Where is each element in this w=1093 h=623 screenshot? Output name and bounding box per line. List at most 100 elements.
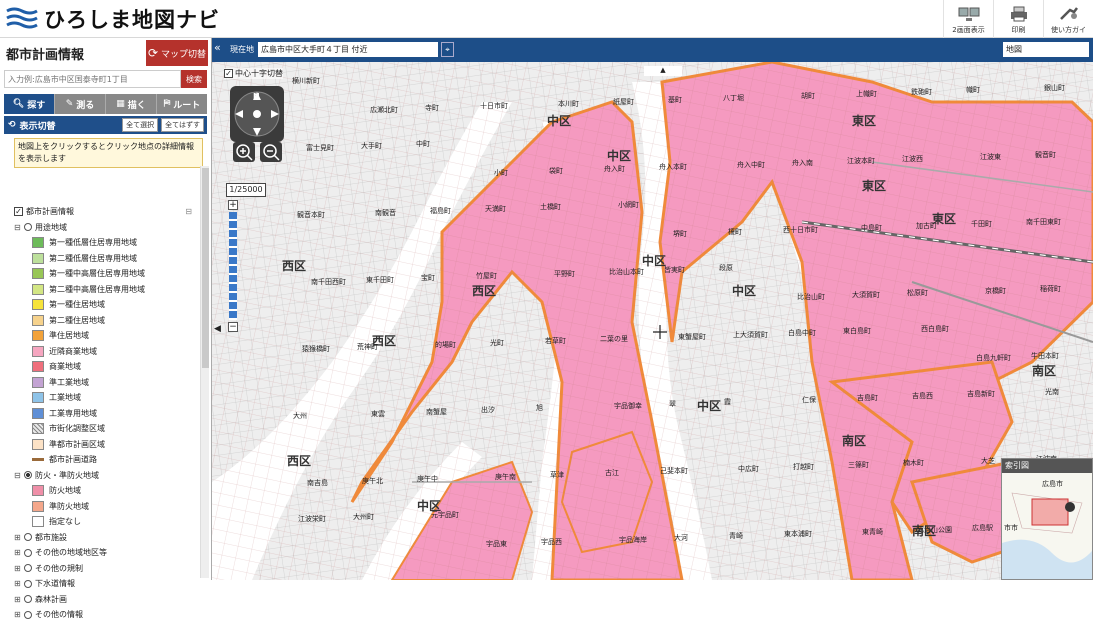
locate-icon[interactable]: ⌖	[441, 42, 454, 57]
legend-item: 第二種低層住居専用地域	[0, 251, 198, 267]
sidebar-scrollbar[interactable]	[200, 166, 209, 578]
place-label: 基町	[668, 96, 682, 104]
pan-up-arrow[interactable]: ▲	[644, 66, 682, 76]
location-field[interactable]: 広島市中区大手町４丁目 付近	[258, 42, 438, 57]
tab-measure[interactable]: ✎ 測る	[55, 94, 106, 114]
expand-icon[interactable]: ⊞	[14, 548, 22, 557]
radio-button[interactable]	[24, 223, 32, 232]
display-toggle-label: 表示切替	[19, 121, 56, 132]
deselect-all-button[interactable]: 全てはずす	[161, 118, 204, 132]
sidebar-header: 都市計画情報 ⟳ マップ切替	[0, 38, 211, 68]
guide-button[interactable]: 使い方ガイ	[1043, 0, 1093, 38]
select-all-button[interactable]: 全て選択	[122, 118, 159, 132]
legend-item: 第二種中高層住居専用地域	[0, 282, 198, 298]
place-label: 舟入南	[792, 159, 813, 167]
place-label: 草津	[550, 471, 564, 479]
zoom-in-icon	[235, 144, 253, 161]
radio-button[interactable]	[24, 533, 32, 542]
ward-label: 南区	[842, 434, 867, 448]
group-collapsed[interactable]: ⊞ その他の規制	[0, 561, 198, 577]
tab-draw-label: 描く	[127, 100, 146, 111]
radio-button[interactable]	[24, 579, 32, 588]
group-collapsed[interactable]: ⊞ 下水道情報	[0, 576, 198, 592]
place-label: 宇品御幸	[614, 402, 642, 410]
slider-plus-button[interactable]: +	[228, 200, 238, 210]
group-collapsed[interactable]: ⊞ 都市施設	[0, 530, 198, 546]
tab-search[interactable]: 🔍︎ 探す	[4, 94, 55, 114]
tab-draw[interactable]: ▦ 描く	[106, 94, 157, 114]
crosshair-toggle[interactable]: ✓ 中心十字切替	[224, 68, 283, 79]
legend-item: 工業地域	[0, 390, 198, 406]
place-label: 大芝	[981, 457, 995, 465]
expand-icon[interactable]: ⊞	[14, 579, 22, 588]
place-label: 舟入町	[604, 165, 625, 173]
place-label: 大州	[293, 412, 307, 420]
address-search-input[interactable]	[4, 70, 181, 88]
map-switch-button[interactable]: ⟳ マップ切替	[146, 40, 208, 66]
index-minimap[interactable]: 索引図 広島市 市市	[1001, 458, 1093, 580]
ward-label: 中区	[642, 254, 667, 268]
radio-button[interactable]	[24, 548, 32, 557]
group-1[interactable]: ⊟ 防火・準防火地域	[0, 468, 198, 484]
radio-button[interactable]	[24, 564, 32, 573]
radio-button[interactable]	[24, 471, 32, 480]
expand-icon[interactable]: ⊞	[14, 610, 22, 619]
print-button[interactable]: 印刷	[993, 0, 1043, 38]
group-collapsed[interactable]: ⊞ 森林計画	[0, 592, 198, 608]
place-label: 竹屋町	[476, 272, 497, 280]
dual-screen-button[interactable]: 2画面表示	[943, 0, 993, 38]
slider-minus-button[interactable]: −	[228, 322, 238, 332]
legend-label: 準住居地域	[49, 331, 89, 341]
tab-route[interactable]: ⛿ ルート	[157, 94, 207, 114]
legend-item: 商業地域	[0, 359, 198, 375]
place-label: 牛田本町	[1031, 352, 1059, 360]
legend-swatch	[32, 361, 44, 373]
place-label: 本川町	[558, 100, 579, 108]
crosshair-toggle-label: 中心十字切替	[235, 69, 283, 78]
place-label: 松原町	[907, 289, 928, 297]
zoom-slider[interactable]: + −	[228, 200, 238, 332]
zoom-out-button[interactable]	[259, 142, 282, 162]
place-label: 紙屋町	[613, 98, 634, 106]
scale-select[interactable]: 1/25000	[226, 183, 266, 197]
group-label: その他の地域地区等	[35, 548, 107, 558]
collapse-icon[interactable]: ⊟	[14, 223, 22, 232]
expand-icon[interactable]: ⊞	[14, 595, 22, 604]
place-label: 白島九軒町	[976, 354, 1011, 362]
base-map-select[interactable]: 地図	[1003, 42, 1089, 57]
minimap-title: 索引図	[1002, 459, 1092, 473]
expand-icon[interactable]: ⊞	[14, 564, 22, 573]
collapse-icon[interactable]: ⊟	[14, 471, 22, 480]
place-label: 若草町	[545, 337, 566, 345]
pan-left-arrow[interactable]: ◀	[214, 324, 221, 334]
search-button[interactable]: 検索	[181, 70, 207, 88]
collapse-layer-icon[interactable]: ⊟	[185, 207, 192, 216]
checkbox[interactable]: ✓	[14, 207, 23, 217]
printer-icon	[1010, 6, 1027, 22]
place-label: 八丁堀	[723, 94, 744, 102]
legend-swatch	[32, 376, 44, 388]
place-label: 観音本町	[297, 211, 325, 219]
group-collapsed[interactable]: ⊞ その他の地域地区等	[0, 545, 198, 561]
place-label: 宝町	[421, 274, 435, 282]
radio-button[interactable]	[24, 610, 32, 619]
group-collapsed[interactable]: ⊞ その他の情報	[0, 607, 198, 623]
app-logo[interactable]: ひろしま地図ナビ	[6, 4, 220, 34]
legend-item: 指定なし	[0, 514, 198, 530]
guide-label: 使い方ガイ	[1051, 26, 1086, 34]
place-label: 吉島西	[912, 392, 933, 400]
zoom-in-button[interactable]	[232, 142, 255, 162]
urban-plan-layer-checkbox[interactable]: ✓ 都市計画情報 ⊟	[0, 204, 198, 220]
place-label: 堺町	[673, 230, 687, 238]
group-0[interactable]: ⊟ 用途地域	[0, 220, 198, 236]
expand-icon[interactable]: ⊞	[14, 533, 22, 542]
slider-track[interactable]	[229, 212, 237, 320]
place-label: 江波東	[980, 153, 1001, 161]
place-label: 東蟹屋町	[678, 333, 706, 341]
radio-button[interactable]	[24, 595, 32, 604]
map-canvas[interactable]: 中区中区中区中区中区東区東区東区西区西区西区西区南区南区南区中区南区横川新町広瀬…	[212, 62, 1093, 580]
crosshair-checkbox[interactable]: ✓	[224, 69, 233, 78]
collapse-sidebar-icon[interactable]: «	[214, 41, 221, 54]
ward-label: 西区	[282, 259, 307, 273]
scrollbar-thumb[interactable]	[202, 168, 209, 368]
